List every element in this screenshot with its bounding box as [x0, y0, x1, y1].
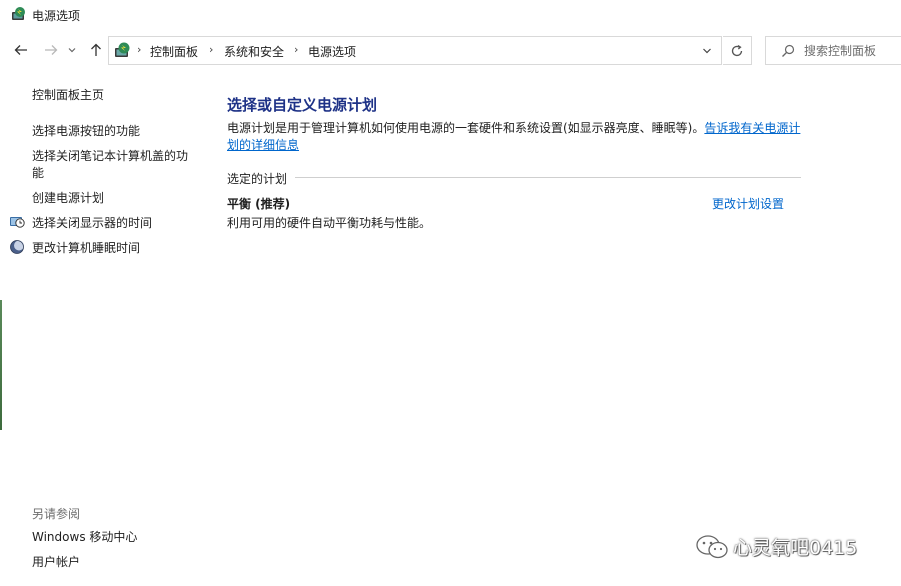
see-also-heading: 另请参阅 [32, 507, 81, 521]
window-edge-decoration [0, 300, 2, 430]
monitor-clock-icon [10, 217, 25, 228]
address-bar[interactable]: › 控制面板 › 系统和安全 › 电源选项 [108, 36, 722, 65]
navigation-bar: › 控制面板 › 系统和安全 › 电源选项 [0, 34, 901, 66]
sidebar-item-user-accounts[interactable]: 用户帐户 [32, 554, 80, 571]
window-title: 电源选项 [32, 9, 81, 23]
breadcrumb-power-options[interactable]: 电源选项 [308, 43, 356, 60]
sidebar: 控制面板主页 选择电源按钮的功能 选择关闭笔记本计算机盖的功能 创建电源计划 选… [0, 80, 205, 586]
search-input[interactable] [804, 41, 900, 61]
plan-description: 利用可用的硬件自动平衡功耗与性能。 [227, 216, 432, 230]
change-plan-settings-link[interactable]: 更改计划设置 [712, 195, 784, 212]
recent-locations-chevron-down-icon[interactable] [66, 40, 78, 60]
plan-name: 平衡 (推荐) [227, 197, 291, 211]
breadcrumb-control-panel[interactable]: 控制面板 [150, 43, 198, 60]
chevron-down-icon[interactable] [698, 42, 716, 60]
watermark: 心灵氧吧0415 [695, 533, 857, 560]
search-box[interactable] [765, 36, 901, 65]
title-bar: 电源选项 [0, 0, 901, 30]
sidebar-item-display-off-time[interactable]: 选择关闭显示器的时间 [32, 215, 152, 232]
breadcrumb-separator[interactable]: › [209, 43, 213, 56]
back-arrow-icon[interactable] [11, 40, 31, 60]
forward-arrow-icon[interactable] [41, 40, 61, 60]
refresh-button[interactable] [723, 36, 752, 65]
refresh-icon [731, 44, 743, 56]
power-options-icon [12, 7, 25, 20]
page-title: 选择或自定义电源计划 [227, 96, 378, 114]
watermark-text: 心灵氧吧0415 [733, 537, 858, 559]
sidebar-item-power-button-function[interactable]: 选择电源按钮的功能 [32, 123, 140, 140]
control-panel-icon [115, 42, 130, 57]
breadcrumb-separator[interactable]: › [137, 43, 141, 56]
sidebar-item-lid-close-function[interactable]: 选择关闭笔记本计算机盖的功能 [32, 148, 197, 182]
breadcrumb-separator[interactable]: › [294, 43, 298, 56]
wechat-icon [696, 534, 728, 558]
section-divider [295, 177, 801, 178]
sidebar-item-windows-mobility-center[interactable]: Windows 移动中心 [32, 529, 137, 546]
breadcrumb-system-security[interactable]: 系统和安全 [224, 43, 284, 60]
section-heading-selected-plan: 选定的计划 [227, 172, 288, 186]
page-description: 电源计划是用于管理计算机如何使用电源的一套硬件和系统设置(如显示器亮度、睡眠等)… [227, 120, 807, 154]
sidebar-item-control-panel-home[interactable]: 控制面板主页 [32, 87, 104, 104]
description-text: 电源计划是用于管理计算机如何使用电源的一套硬件和系统设置(如显示器亮度、睡眠等)… [227, 121, 705, 135]
moon-icon [10, 240, 24, 254]
search-icon [782, 44, 795, 57]
sidebar-item-sleep-time[interactable]: 更改计算机睡眠时间 [32, 240, 140, 257]
sidebar-item-create-power-plan[interactable]: 创建电源计划 [32, 190, 104, 207]
up-arrow-icon[interactable] [86, 40, 106, 60]
